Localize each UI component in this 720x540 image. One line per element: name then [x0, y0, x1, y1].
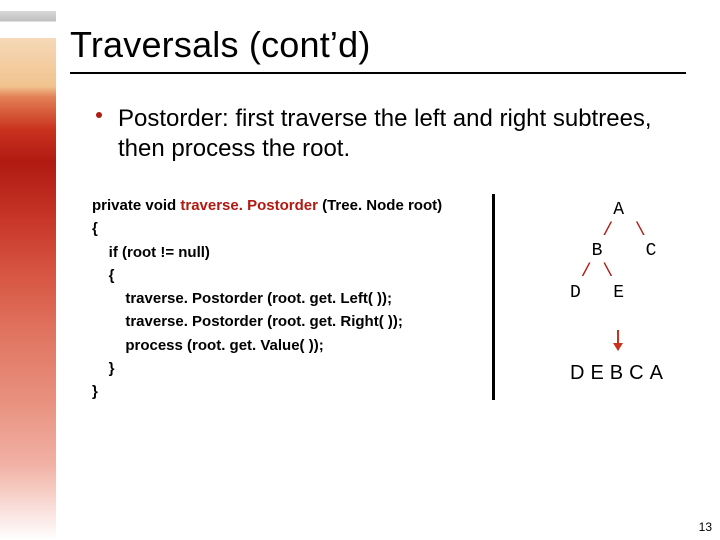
code-block: private void traverse. Postorder (Tree. … [92, 194, 495, 400]
tree-l2-back: \ [613, 221, 645, 241]
code-line-brace-close: } [92, 380, 492, 403]
code-sig-suffix: (Tree. Node root) [318, 197, 442, 214]
code-sig-prefix: private void [92, 197, 180, 214]
title-underline [70, 72, 686, 74]
slide-title: Traversals (cont’d) [70, 24, 371, 66]
tree-l1: A [570, 200, 624, 220]
code-line-brace-open: { [92, 217, 492, 240]
code-method-name: traverse. Postorder [180, 197, 318, 214]
code-line-right: traverse. Postorder (root. get. Right( )… [92, 310, 492, 333]
tree-l3: B C [570, 241, 656, 261]
code-line-signature: private void traverse. Postorder (Tree. … [92, 194, 492, 217]
code-line-process: process (root. get. Value( )); [92, 334, 492, 357]
code-line-left: traverse. Postorder (root. get. Left( ))… [92, 287, 492, 310]
code-line-brace-close2: } [92, 357, 492, 380]
traversal-output: DEBCA [570, 362, 669, 385]
bullet-text: Postorder: first traverse the left and r… [118, 104, 680, 164]
slide: Traversals (cont’d) Postorder: first tra… [0, 0, 720, 540]
tree-diagram: A / \ B C / \ D E [570, 200, 656, 303]
page-number: 13 [699, 520, 712, 534]
decorative-sidebar [0, 0, 56, 540]
tree-l4-back: \ [592, 262, 614, 282]
code-line-brace-open2: { [92, 264, 492, 287]
code-line-cond: if (root != null) [92, 241, 492, 264]
tree-l2-slash: / [570, 221, 613, 241]
tree-l5: D E [570, 283, 624, 303]
down-arrow-icon [617, 330, 619, 350]
tree-l4-slash: / [570, 262, 592, 282]
bullet-text-block: Postorder: first traverse the left and r… [70, 104, 680, 164]
